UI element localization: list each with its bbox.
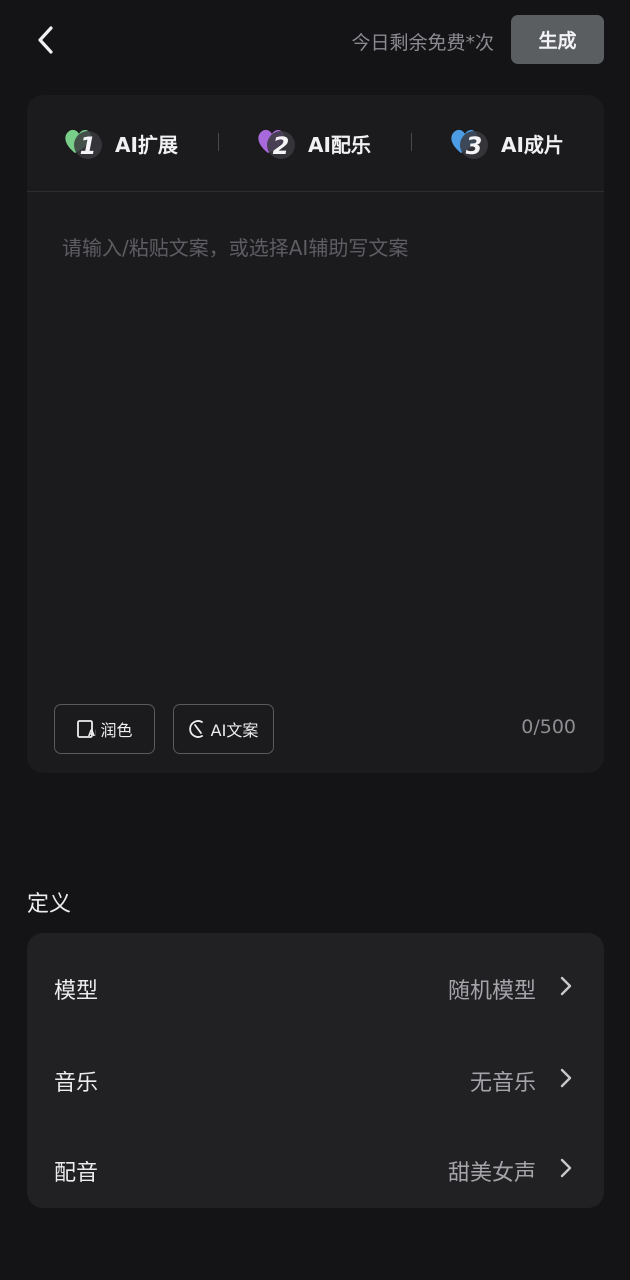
setting-value: 甜美女声 <box>447 1161 536 1186</box>
chevron-right-icon <box>560 1068 572 1088</box>
polish-label: 润色 <box>100 721 133 740</box>
step-label: AI扩展 <box>115 132 178 157</box>
step-ai-music[interactable]: 2 AI配乐 <box>256 123 371 163</box>
polish-button[interactable]: AI 润色 <box>54 704 155 754</box>
script-input[interactable] <box>62 232 572 672</box>
script-editor-card: 1 AI扩展 2 AI配乐 3 AI成片 AI <box>27 95 604 773</box>
setting-value: 无音乐 <box>469 1071 536 1096</box>
setting-row-model[interactable]: 模型 随机模型 <box>27 941 604 1021</box>
generate-button[interactable]: 生成 <box>511 15 604 64</box>
heart-2-icon: 2 <box>258 129 295 160</box>
setting-label: 模型 <box>54 979 99 1004</box>
settings-card: 模型 随机模型 音乐 无音乐 配音 甜美女声 <box>27 933 604 1208</box>
setting-value: 随机模型 <box>447 979 536 1004</box>
ai-copywriting-button[interactable]: AI文案 <box>173 704 274 754</box>
ai-copywriting-label: AI文案 <box>210 721 259 740</box>
free-quota-text: 今日剩余免费*次 <box>351 32 494 54</box>
heart-1-icon: 1 <box>65 129 102 160</box>
chevron-right-icon <box>560 1158 572 1178</box>
setting-row-music[interactable]: 音乐 无音乐 <box>27 1033 604 1113</box>
step-divider <box>411 133 412 151</box>
heart-3-icon: 3 <box>451 129 488 160</box>
chevron-right-icon <box>560 976 572 996</box>
svg-text:2: 2 <box>273 132 290 160</box>
char-counter: 0/500 <box>521 716 576 738</box>
setting-row-voiceover[interactable]: 配音 甜美女声 <box>27 1123 604 1203</box>
svg-text:AI: AI <box>88 729 96 739</box>
step-divider <box>218 133 219 151</box>
step-label: AI成片 <box>501 132 564 157</box>
step-ai-expand[interactable]: 1 AI扩展 <box>63 123 178 163</box>
setting-label: 配音 <box>54 1161 99 1186</box>
chevron-left-icon <box>38 26 53 54</box>
step-ai-video[interactable]: 3 AI成片 <box>449 123 564 163</box>
ai-sparkle-icon <box>188 720 203 738</box>
definition-section-title: 定义 <box>27 892 72 917</box>
back-button[interactable] <box>28 22 64 58</box>
step-tabs: 1 AI扩展 2 AI配乐 3 AI成片 <box>27 95 604 192</box>
svg-text:3: 3 <box>466 132 483 160</box>
setting-label: 音乐 <box>54 1071 99 1096</box>
ai-polish-icon: AI <box>77 720 96 739</box>
top-bar: 今日剩余免费*次 生成 <box>0 0 630 80</box>
svg-text:1: 1 <box>80 132 97 160</box>
step-label: AI配乐 <box>308 132 371 157</box>
